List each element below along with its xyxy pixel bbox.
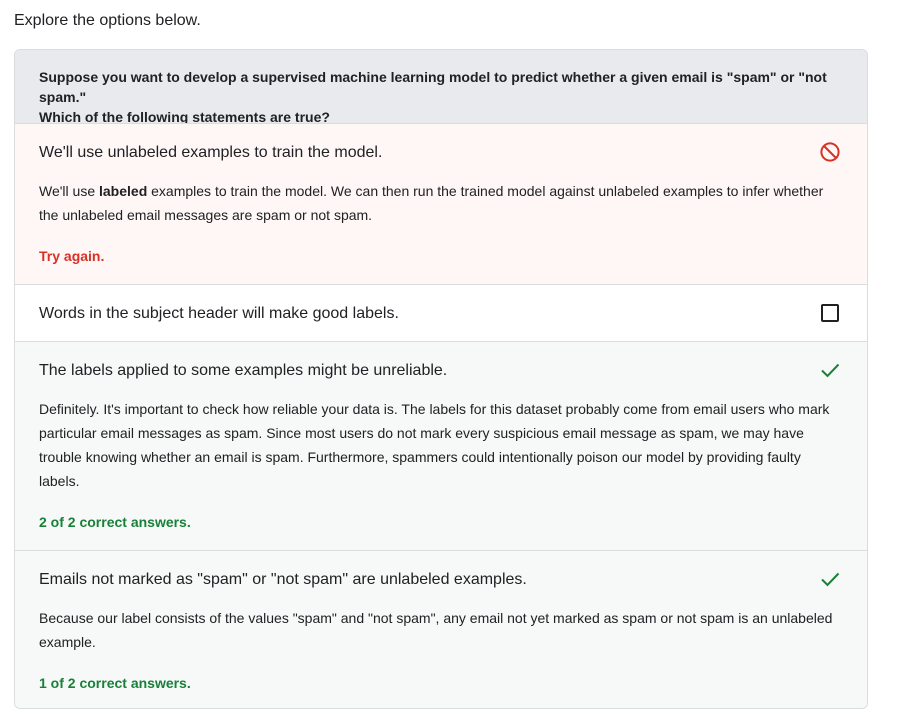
feedback-try-again: Try again. [39,248,105,264]
checkmark-icon [819,568,841,590]
question-prompt: Suppose you want to develop a supervised… [15,50,867,125]
answer-option-text: We'll use unlabeled examples to train th… [39,144,383,161]
intro-text: Explore the options below. [14,12,201,29]
answer-explanation: Definitely. It's important to check how … [39,401,830,489]
answer-option-4[interactable]: Emails not marked as "spam" or "not spam… [15,550,867,708]
feedback-correct-count: 1 of 2 correct answers. [39,675,191,691]
answer-option-text: Emails not marked as "spam" or "not spam… [39,571,527,588]
checkbox-empty-icon[interactable] [819,302,841,324]
feedback-correct-count: 2 of 2 correct answers. [39,514,191,530]
answer-explanation: Because our label consists of the values… [39,610,833,650]
quiz-card: Suppose you want to develop a supervised… [14,49,868,709]
answer-option-1[interactable]: We'll use unlabeled examples to train th… [15,123,867,284]
answer-explanation: We'll use labeled examples to train the … [39,183,824,223]
block-icon [819,141,841,163]
checkmark-icon [819,359,841,381]
question-line-1: Suppose you want to develop a supervised… [39,69,827,105]
answer-option-2[interactable]: Words in the subject header will make go… [15,284,867,341]
answer-option-text: The labels applied to some examples migh… [39,362,448,379]
answer-option-3[interactable]: The labels applied to some examples migh… [15,341,867,550]
answer-option-text: Words in the subject header will make go… [39,305,399,322]
